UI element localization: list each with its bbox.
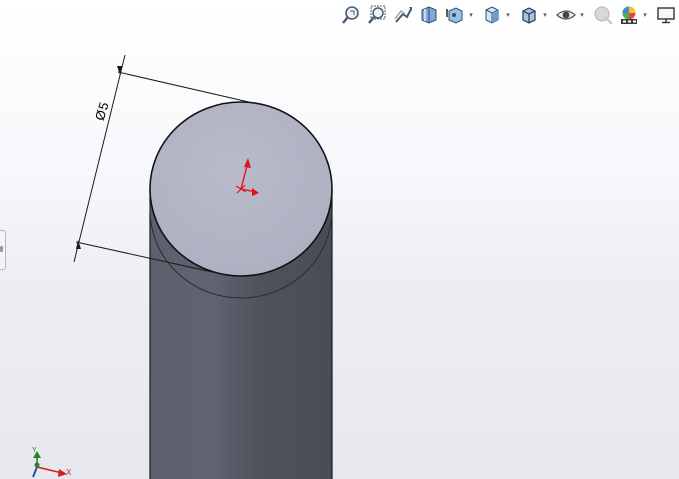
view-settings-button[interactable] [655, 4, 677, 26]
view-orientation-caret[interactable]: ▾ [504, 4, 512, 26]
apply-scene-caret[interactable]: ▾ [641, 4, 649, 26]
previous-view-button[interactable] [392, 4, 414, 26]
monitor-icon [657, 7, 675, 24]
cube-orientation-icon [485, 6, 499, 24]
triad-x-label: X [66, 468, 72, 477]
reference-triad [32, 451, 67, 478]
section-view-button[interactable] [418, 4, 440, 26]
hide-show-items-button[interactable] [555, 4, 577, 26]
zoom-to-fit-button[interactable] [340, 4, 362, 26]
feature-manager-collapse-tab[interactable] [0, 230, 6, 270]
graphics-area[interactable]: Ø5 Y X [0, 0, 679, 479]
hide-show-items-caret[interactable]: ▾ [578, 4, 586, 26]
section-view-icon [421, 6, 437, 24]
zoom-fit-icon [342, 6, 359, 24]
display-style-caret[interactable]: ▾ [541, 4, 549, 26]
eye-icon [556, 10, 576, 20]
triad-y-label: Y [32, 447, 37, 454]
previous-view-icon [394, 7, 412, 23]
display-style-icon [522, 7, 536, 24]
zoom-area-icon [368, 5, 386, 24]
appearance-sphere-icon [594, 6, 613, 25]
dynamic-annotation-views-caret[interactable]: ▾ [467, 4, 475, 26]
edit-appearance-button[interactable] [592, 4, 614, 26]
view-orientation-button[interactable] [481, 4, 503, 26]
heads-up-view-toolbar: ▾ ▾ ▾ ▾ ▾ [340, 3, 679, 27]
dynamic-annotation-views-button[interactable] [444, 4, 466, 26]
collapse-arrow-icon [0, 246, 3, 252]
display-style-button[interactable] [518, 4, 540, 26]
apply-scene-button[interactable] [618, 4, 640, 26]
scene-icon [621, 6, 637, 24]
model-canvas[interactable] [0, 0, 679, 479]
zoom-to-area-button[interactable] [366, 4, 388, 26]
annotation-view-icon [446, 7, 463, 24]
